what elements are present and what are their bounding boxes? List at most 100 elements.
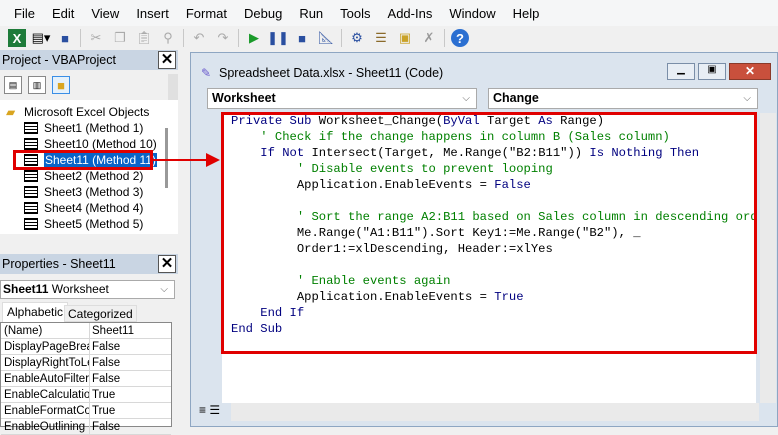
worksheet-icon — [24, 202, 38, 214]
tree-scrollbar-button[interactable] — [168, 74, 178, 100]
menu-file[interactable]: File — [14, 6, 35, 21]
minimize-button[interactable]: ▁ — [667, 63, 695, 80]
break-icon[interactable]: ❚❚ — [267, 29, 289, 47]
close-icon[interactable]: ✕ — [158, 255, 176, 273]
help-icon[interactable]: ? — [451, 29, 469, 47]
vertical-scrollbar[interactable] — [760, 113, 776, 403]
toolbox-icon[interactable]: ✗ — [420, 29, 438, 47]
property-name: DisplayPageBreak — [1, 339, 90, 354]
property-name: DisplayRightToLef — [1, 355, 90, 370]
redo-icon[interactable]: ↷ — [214, 29, 232, 47]
object-type: Worksheet — [51, 282, 109, 296]
close-icon[interactable]: ✕ — [158, 51, 176, 69]
worksheet-icon — [24, 218, 38, 230]
standard-toolbar: X ▤▾ ■ ✂ ❐ 📋︎ ⚲ ↶ ↷ ▶ ❚❚ ■ 📐︎ ⚙ ☰ ▣ ✗ ? — [0, 26, 660, 50]
undo-icon[interactable]: ↶ — [190, 29, 208, 47]
property-row[interactable]: EnableOutlining False — [1, 419, 171, 435]
property-value[interactable]: False — [90, 371, 120, 386]
tree-item-sheet[interactable]: Sheet3 (Method 3) — [24, 184, 144, 200]
menu-add-ins[interactable]: Add-Ins — [388, 6, 433, 21]
menu-run[interactable]: Run — [299, 6, 323, 21]
object-dropdown-value: Worksheet — [212, 91, 276, 105]
properties-window-icon[interactable]: ☰ — [372, 29, 390, 47]
folder-icon: ▰ — [6, 105, 16, 119]
object-name: Sheet11 — [3, 282, 49, 296]
property-value[interactable]: True — [90, 403, 115, 418]
procedure-dropdown-value: Change — [493, 91, 539, 105]
run-icon[interactable]: ▶ — [245, 29, 263, 47]
menu-view[interactable]: View — [91, 6, 119, 21]
chevron-down-icon: ⌵ — [160, 284, 168, 295]
property-row[interactable]: EnableCalculation True — [1, 387, 171, 403]
highlight-selected-sheet — [13, 150, 153, 170]
tree-item-sheet[interactable]: Sheet1 (Method 1) — [24, 120, 144, 136]
close-button[interactable]: ✕ — [729, 63, 771, 80]
menu-format[interactable]: Format — [186, 6, 227, 21]
paste-icon[interactable]: 📋︎ — [135, 29, 153, 47]
horizontal-scrollbar[interactable] — [231, 403, 759, 421]
object-selector[interactable]: Sheet11 Worksheet ⌵ — [0, 280, 175, 299]
arrow-head-icon — [206, 153, 220, 167]
tree-item-label: Sheet1 (Method 1) — [44, 121, 144, 135]
tree-item-sheet[interactable]: Sheet5 (Method 5) — [24, 216, 144, 232]
chevron-down-icon: ⌵ — [462, 93, 470, 104]
procedure-view-icon[interactable]: ≡ ☰ — [199, 403, 220, 417]
property-value[interactable]: False — [90, 339, 120, 354]
object-browser-icon[interactable]: ▣ — [396, 29, 414, 47]
find-icon[interactable]: ⚲ — [159, 29, 177, 47]
property-name: EnableAutoFilter — [1, 371, 90, 386]
save-icon[interactable]: ■ — [56, 29, 74, 47]
copy-icon[interactable]: ❐ — [111, 29, 129, 47]
properties-title: Properties - Sheet11 — [2, 257, 116, 271]
menu-tools[interactable]: Tools — [340, 6, 370, 21]
highlight-box — [221, 112, 757, 354]
design-mode-icon[interactable]: 📐︎ — [317, 29, 335, 47]
folder-microsoft-excel-objects[interactable]: ▰ Microsoft Excel Objects — [6, 104, 149, 120]
tree-item-sheet[interactable]: Sheet2 (Method 2) — [24, 168, 144, 184]
property-row[interactable]: EnableAutoFilter False — [1, 371, 171, 387]
tree-item-label: Sheet3 (Method 3) — [44, 185, 144, 199]
insert-userform-icon[interactable]: ▤▾ — [32, 29, 51, 47]
excel-icon[interactable]: X — [8, 29, 26, 47]
project-explorer-header: Project - VBAProject ✕ — [0, 50, 178, 70]
restore-button[interactable]: ▣ — [698, 63, 726, 80]
worksheet-icon — [24, 138, 38, 150]
menu-edit[interactable]: Edit — [52, 6, 74, 21]
code-window-icon: ✎ — [201, 66, 212, 80]
tree-item-label: Sheet2 (Method 2) — [44, 169, 144, 183]
tree-item-sheet[interactable]: Sheet4 (Method 4) — [24, 200, 144, 216]
menu-help[interactable]: Help — [513, 6, 540, 21]
tab-alphabetic[interactable]: Alphabetic — [2, 302, 69, 322]
tree-item-label: Sheet4 (Method 4) — [44, 201, 144, 215]
property-row[interactable]: DisplayPageBreak False — [1, 339, 171, 355]
code-window-title: Spreadsheet Data.xlsx - Sheet11 (Code) — [219, 66, 444, 80]
property-value[interactable]: True — [90, 387, 115, 402]
view-code-icon[interactable]: ▤ — [4, 76, 22, 94]
property-name: (Name) — [1, 323, 90, 338]
view-object-icon[interactable]: ▥ — [28, 76, 46, 94]
project-explorer-icon[interactable]: ⚙ — [348, 29, 366, 47]
cut-icon[interactable]: ✂ — [87, 29, 105, 47]
worksheet-icon — [24, 186, 38, 198]
menu-window[interactable]: Window — [449, 6, 495, 21]
tree-item-label: Sheet10 (Method 10) — [44, 137, 157, 151]
tree-scrollbar[interactable] — [165, 128, 168, 188]
procedure-dropdown[interactable]: Change ⌵ — [488, 88, 758, 109]
property-value[interactable]: Sheet11 — [90, 323, 134, 338]
object-dropdown[interactable]: Worksheet ⌵ — [207, 88, 477, 109]
tree-item-label: Sheet5 (Method 5) — [44, 217, 144, 231]
property-name: EnableCalculation — [1, 387, 90, 402]
tab-categorized[interactable]: Categorized — [64, 305, 137, 322]
menu-bar: File Edit View Insert Format Debug Run Tools Add… — [0, 0, 778, 26]
property-row[interactable]: EnableFormatCon True — [1, 403, 171, 419]
project-toolbar: ▤ ▥ ■ — [4, 76, 70, 94]
worksheet-icon — [24, 170, 38, 182]
menu-debug[interactable]: Debug — [244, 6, 282, 21]
property-row[interactable]: (Name) Sheet11 — [1, 323, 171, 339]
menu-insert[interactable]: Insert — [136, 6, 169, 21]
property-value[interactable]: False — [90, 355, 120, 370]
toggle-folders-icon[interactable]: ■ — [52, 76, 70, 94]
property-row[interactable]: DisplayRightToLef False — [1, 355, 171, 371]
property-name: EnableFormatCon — [1, 403, 90, 418]
reset-icon[interactable]: ■ — [293, 29, 311, 47]
